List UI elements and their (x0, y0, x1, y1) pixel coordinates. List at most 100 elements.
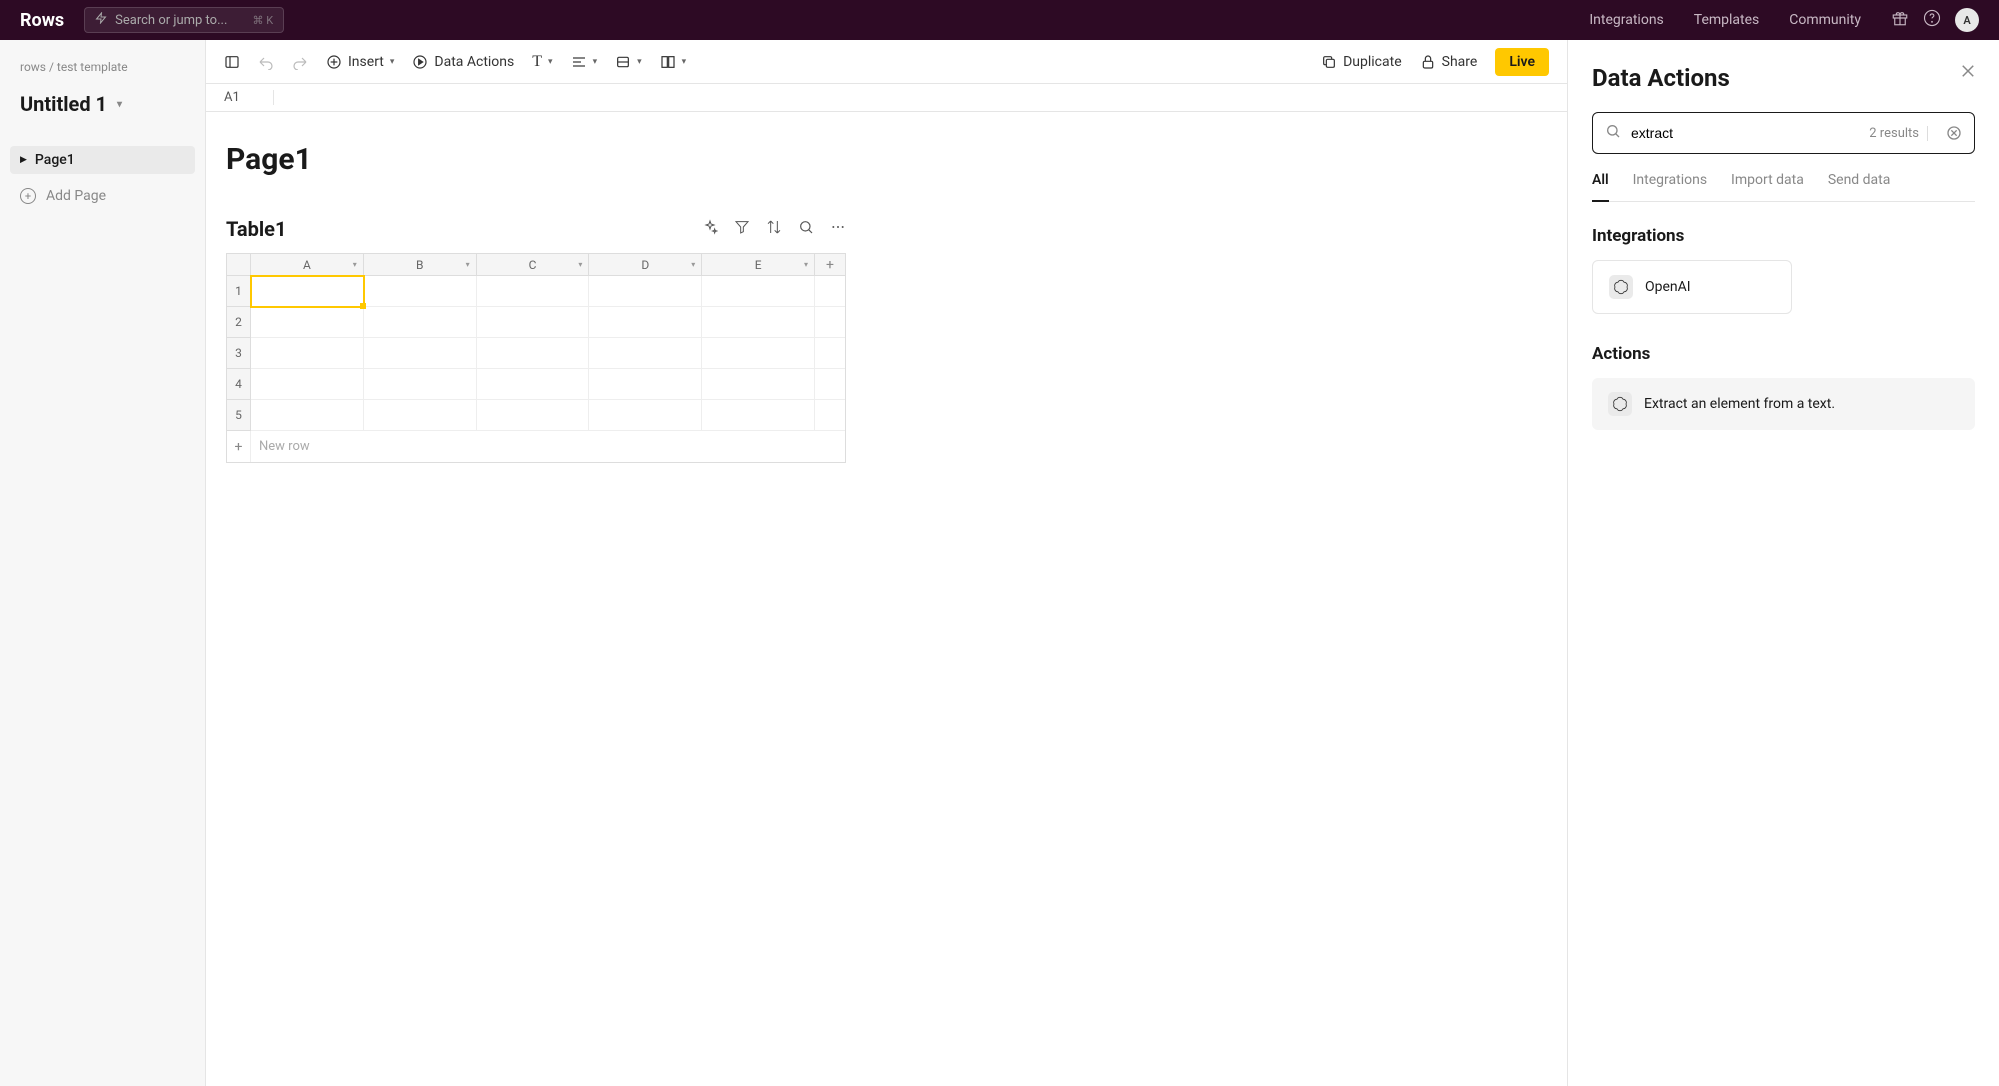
redo-button[interactable] (292, 54, 308, 70)
cell[interactable] (815, 400, 845, 431)
data-actions-button[interactable]: Data Actions (412, 54, 514, 70)
cell[interactable] (702, 276, 815, 307)
tab-import-data[interactable]: Import data (1731, 172, 1804, 201)
share-label: Share (1442, 54, 1478, 70)
chevron-down-icon: ▾ (637, 57, 642, 67)
sort-icon[interactable] (766, 219, 782, 239)
row-header[interactable]: 5 (227, 400, 251, 431)
add-page-button[interactable]: + Add Page (10, 182, 195, 210)
column-header-e[interactable]: E▾ (702, 254, 815, 276)
tab-integrations[interactable]: Integrations (1633, 172, 1707, 201)
global-search[interactable]: Search or jump to... ⌘ K (84, 7, 284, 33)
cell[interactable] (477, 338, 590, 369)
chevron-down-icon: ▾ (593, 57, 598, 67)
nav-community[interactable]: Community (1789, 12, 1861, 28)
cell[interactable] (589, 338, 702, 369)
align-button[interactable]: ▾ (571, 54, 598, 70)
cell[interactable] (251, 369, 364, 400)
cell[interactable] (702, 400, 815, 431)
clear-search-icon[interactable] (1946, 125, 1962, 141)
sidebar-toggle-button[interactable] (224, 54, 240, 70)
cell[interactable] (702, 338, 815, 369)
add-column-button[interactable]: + (815, 254, 845, 276)
lightning-icon (95, 12, 107, 28)
live-button[interactable]: Live (1495, 48, 1549, 76)
tab-all[interactable]: All (1592, 172, 1609, 202)
cell-a1[interactable] (251, 276, 364, 307)
cell[interactable] (815, 369, 845, 400)
cell[interactable] (251, 338, 364, 369)
cell[interactable] (589, 307, 702, 338)
cell[interactable] (477, 400, 590, 431)
integrations-section-title: Integrations (1592, 226, 1975, 246)
cell[interactable] (477, 276, 590, 307)
cell[interactable] (477, 369, 590, 400)
text-format-button[interactable]: T ▾ (532, 53, 552, 71)
cell-reference[interactable]: A1 (224, 90, 274, 105)
wrap-button[interactable]: ▾ (615, 54, 642, 70)
doc-title[interactable]: Untitled 1 ▾ (10, 92, 195, 116)
help-icon[interactable] (1923, 9, 1941, 31)
cell[interactable] (364, 276, 477, 307)
sparkle-icon[interactable] (702, 219, 718, 239)
row-header[interactable]: 3 (227, 338, 251, 369)
duplicate-button[interactable]: Duplicate (1321, 54, 1402, 70)
share-button[interactable]: Share (1420, 54, 1478, 70)
add-page-label: Add Page (46, 188, 106, 204)
new-row-button[interactable]: + New row (227, 431, 845, 462)
nav-templates[interactable]: Templates (1694, 12, 1760, 28)
logo[interactable]: Rows (20, 10, 64, 31)
panel-search-input[interactable] (1631, 125, 1859, 141)
plus-icon: + (227, 431, 251, 462)
nav-integrations[interactable]: Integrations (1589, 12, 1663, 28)
cell[interactable] (364, 369, 477, 400)
integration-openai[interactable]: OpenAI (1592, 260, 1792, 314)
cell[interactable] (589, 369, 702, 400)
column-header-b[interactable]: B▾ (364, 254, 477, 276)
undo-button[interactable] (258, 54, 274, 70)
corner-cell[interactable] (227, 254, 251, 276)
cell[interactable] (815, 338, 845, 369)
breadcrumb[interactable]: rows / test template (10, 60, 195, 74)
cell[interactable] (364, 338, 477, 369)
column-header-c[interactable]: C▾ (477, 254, 590, 276)
column-header-a[interactable]: A▾ (251, 254, 364, 276)
cell-reference-bar: A1 (206, 84, 1567, 112)
close-icon[interactable] (1959, 62, 1977, 85)
row-header[interactable]: 1 (227, 276, 251, 307)
row-header[interactable]: 4 (227, 369, 251, 400)
doc-title-text: Untitled 1 (20, 92, 107, 116)
cell[interactable] (364, 307, 477, 338)
cell[interactable] (477, 307, 590, 338)
tab-send-data[interactable]: Send data (1828, 172, 1891, 201)
gift-icon[interactable] (1891, 9, 1909, 31)
cell[interactable] (815, 307, 845, 338)
table-title[interactable]: Table1 (226, 217, 286, 241)
more-icon[interactable] (830, 219, 846, 239)
page-title[interactable]: Page1 (226, 142, 1547, 177)
data-actions-label: Data Actions (434, 54, 514, 70)
action-extract-element[interactable]: Extract an element from a text. (1592, 378, 1975, 430)
layout-button[interactable]: ▾ (660, 54, 687, 70)
page-item[interactable]: ▶ Page1 (10, 146, 195, 174)
openai-icon (1608, 392, 1632, 416)
cell[interactable] (815, 276, 845, 307)
cell[interactable] (589, 400, 702, 431)
chevron-down-icon: ▾ (390, 57, 395, 67)
cell[interactable] (364, 400, 477, 431)
cell[interactable] (251, 307, 364, 338)
cell[interactable] (702, 369, 815, 400)
search-icon[interactable] (798, 219, 814, 239)
integration-label: OpenAI (1645, 279, 1691, 295)
filter-icon[interactable] (734, 219, 750, 239)
cell[interactable] (589, 276, 702, 307)
top-nav: Rows Search or jump to... ⌘ K Integratio… (0, 0, 1999, 40)
panel-search[interactable]: 2 results (1592, 112, 1975, 154)
column-header-d[interactable]: D▾ (589, 254, 702, 276)
cell[interactable] (251, 400, 364, 431)
insert-button[interactable]: Insert ▾ (326, 54, 394, 70)
avatar[interactable]: A (1955, 8, 1979, 32)
cell[interactable] (702, 307, 815, 338)
chevron-down-icon: ▾ (117, 99, 122, 110)
row-header[interactable]: 2 (227, 307, 251, 338)
